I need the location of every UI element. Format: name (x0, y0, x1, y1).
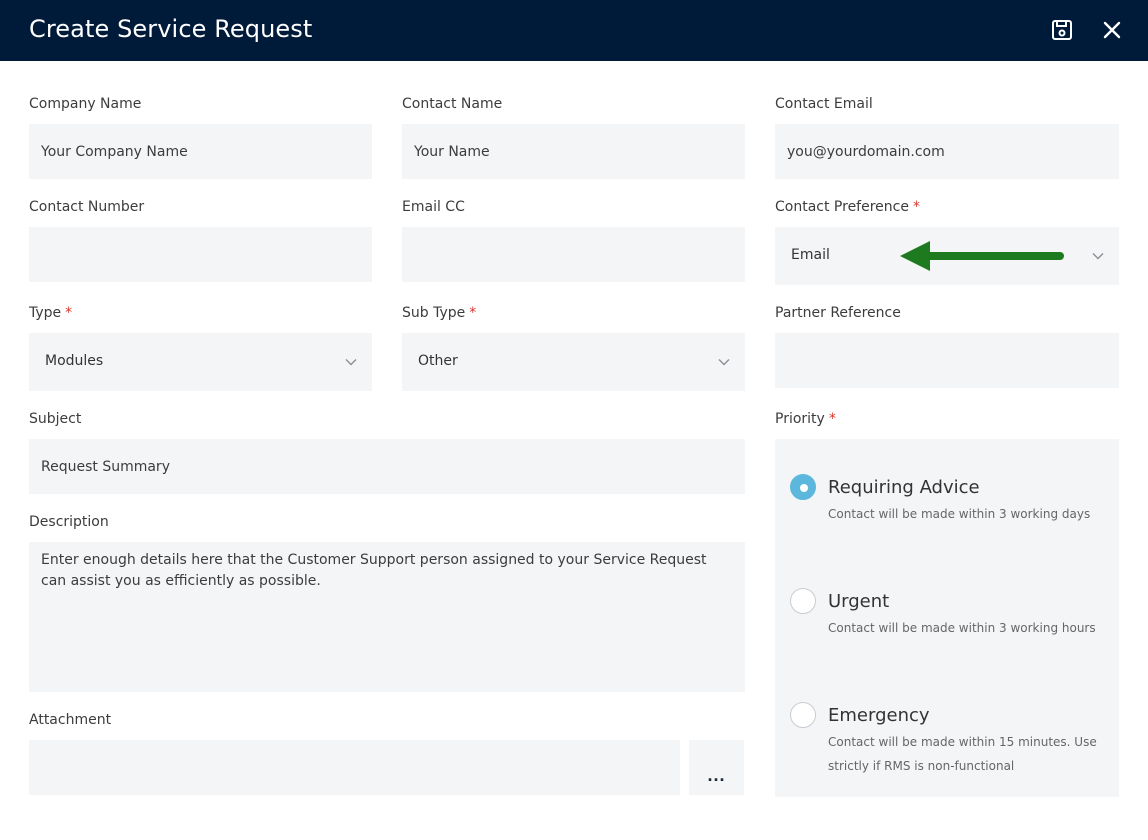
priority-label-text: Priority (775, 411, 825, 427)
sub-type-value: Other (418, 353, 458, 369)
sub-type-select[interactable]: Other (402, 333, 745, 391)
contact-preference-value: Email (791, 247, 830, 263)
partner-reference-input[interactable] (775, 333, 1119, 388)
email-cc-input[interactable] (402, 227, 745, 282)
contact-email-input[interactable] (775, 124, 1119, 179)
priority-option-desc: Contact will be made within 3 working ho… (828, 621, 1096, 635)
priority-radio-group: Requiring Advice Contact will be made wi… (775, 439, 1119, 797)
contact-name-input[interactable] (402, 124, 745, 179)
radio-button[interactable] (790, 474, 816, 500)
priority-option-title: Requiring Advice (828, 477, 980, 498)
required-marker: * (65, 305, 73, 321)
contact-preference-label: Contact Preference * (775, 199, 920, 215)
subject-label: Subject (29, 411, 82, 427)
sub-type-label-text: Sub Type (402, 305, 466, 321)
contact-email-label: Contact Email (775, 96, 873, 112)
company-name-input[interactable] (29, 124, 372, 179)
company-name-label: Company Name (29, 96, 142, 112)
priority-label: Priority * (775, 411, 836, 427)
type-select[interactable]: Modules (29, 333, 372, 391)
contact-preference-label-text: Contact Preference (775, 199, 909, 215)
required-marker: * (469, 305, 477, 321)
type-label: Type * (29, 305, 72, 321)
required-marker: * (912, 199, 920, 215)
contact-name-label: Contact Name (402, 96, 503, 112)
type-value: Modules (45, 353, 104, 369)
save-button[interactable] (1048, 16, 1076, 44)
email-cc-label: Email CC (402, 199, 465, 215)
priority-option-title: Emergency (828, 705, 930, 726)
sub-type-label: Sub Type * (402, 305, 476, 321)
radio-button[interactable] (790, 588, 816, 614)
save-icon (1052, 20, 1072, 40)
browse-attachment-button[interactable]: ... (689, 740, 744, 795)
description-label: Description (29, 514, 109, 530)
subject-input[interactable] (29, 439, 745, 494)
attachment-input[interactable] (29, 740, 680, 795)
chevron-down-icon (718, 359, 730, 366)
close-button[interactable] (1098, 16, 1126, 44)
title-bar: Create Service Request (0, 0, 1148, 61)
annotation-arrow-icon (900, 241, 1064, 271)
close-icon (1103, 21, 1121, 39)
priority-option-desc: Contact will be made within 3 working da… (828, 507, 1091, 521)
required-marker: * (828, 411, 836, 427)
type-label-text: Type (29, 305, 62, 321)
description-textarea[interactable] (29, 542, 745, 692)
partner-reference-label: Partner Reference (775, 305, 901, 321)
contact-number-input[interactable] (29, 227, 372, 282)
contact-number-label: Contact Number (29, 199, 145, 215)
priority-option-desc: Contact will be made within 15 minutes. … (828, 735, 1097, 773)
radio-button[interactable] (790, 702, 816, 728)
chevron-down-icon (345, 359, 357, 366)
chevron-down-icon (1092, 253, 1104, 260)
priority-option-title: Urgent (828, 591, 890, 612)
attachment-label: Attachment (29, 712, 112, 728)
dialog-title: Create Service Request (29, 15, 313, 43)
